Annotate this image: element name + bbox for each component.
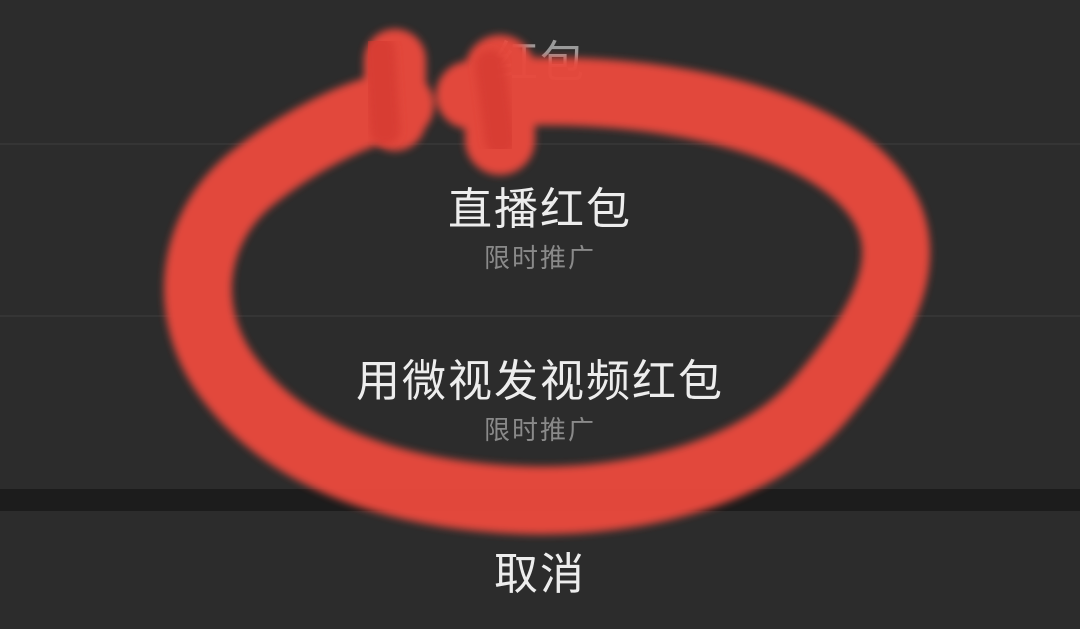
- menu-item-live-red-packet[interactable]: 直播红包 限时推广: [0, 145, 1080, 315]
- menu-item-subtitle: 限时推广: [483, 416, 596, 446]
- action-sheet: 红包 直播红包 限时推广 用微视发视频红包 限时推广 取消: [0, 0, 1080, 629]
- section-gap: [0, 489, 1080, 511]
- menu-item-title: 用微视发视频红包: [356, 356, 724, 407]
- menu-item-title: 直播红包: [448, 184, 632, 235]
- menu-item-subtitle: 限时推广: [483, 244, 596, 274]
- menu-item-title: 红包: [494, 36, 586, 88]
- menu-item-weishi-video-red-packet[interactable]: 用微视发视频红包 限时推广: [0, 317, 1080, 487]
- menu-item-red-packet[interactable]: 红包: [0, 0, 1080, 143]
- cancel-label: 取消: [494, 549, 586, 600]
- cancel-button[interactable]: 取消: [0, 511, 1080, 629]
